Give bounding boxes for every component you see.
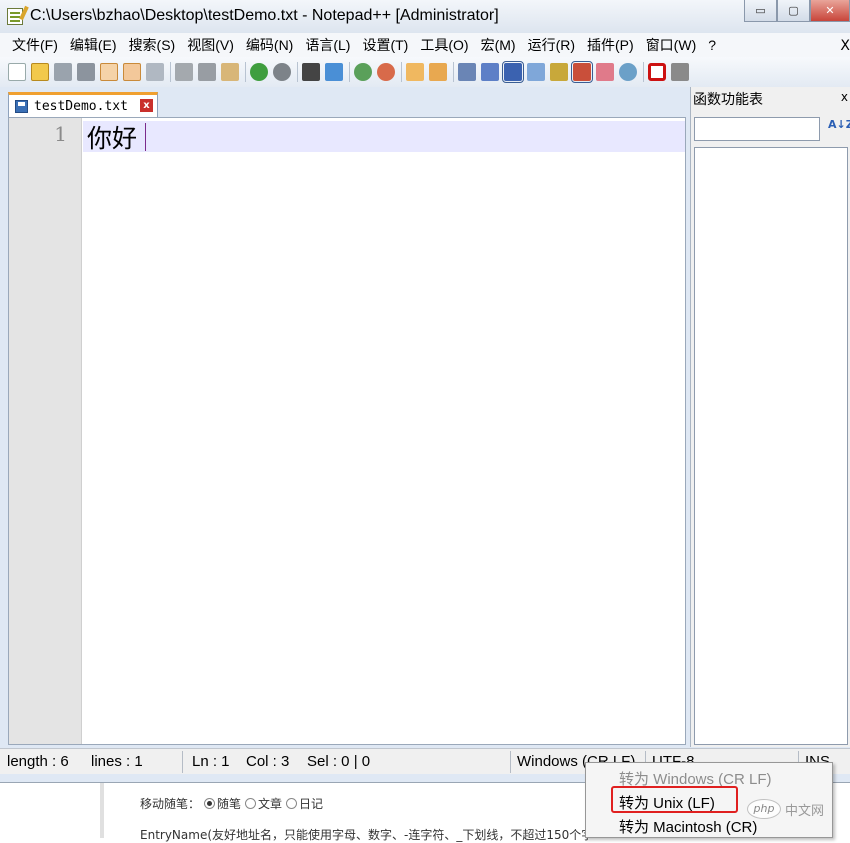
menu-plugins[interactable]: 插件(P) (581, 35, 640, 55)
toolbar-separator (170, 62, 171, 82)
menu-encoding[interactable]: 编码(N) (240, 35, 299, 55)
record-macro-icon[interactable] (648, 63, 666, 81)
notepad-window: C:\Users\bzhao\Desktop\testDemo.txt - No… (0, 0, 850, 783)
status-lines: lines : 1 (91, 753, 143, 770)
panel-close-icon[interactable]: x (841, 90, 848, 104)
menu-view[interactable]: 视图(V) (181, 35, 240, 55)
show-all-chars-icon[interactable] (481, 63, 499, 81)
menu-edit[interactable]: 编辑(E) (64, 35, 123, 55)
function-list-icon[interactable] (550, 63, 568, 81)
close-document-x[interactable]: X (840, 38, 850, 54)
menu-convert-macintosh[interactable]: 转为 Macintosh (CR) (619, 816, 757, 837)
radio-essay-label: 随笔 (217, 797, 242, 811)
menu-tools[interactable]: 工具(O) (414, 35, 474, 55)
word-wrap-icon[interactable] (458, 63, 476, 81)
save-all-icon[interactable] (77, 63, 95, 81)
watermark: php 中文网 (747, 798, 844, 820)
tab-label: testDemo.txt (34, 98, 128, 114)
doc-map-icon[interactable] (527, 63, 545, 81)
toolbar-separator (245, 62, 246, 82)
indent-guide-icon[interactable] (502, 61, 524, 83)
folder-workspace-icon[interactable] (571, 61, 593, 83)
line-number-gutter: 1 (9, 118, 82, 744)
sort-icon[interactable]: A↓Z (828, 119, 850, 138)
menu-file[interactable]: 文件(F) (6, 35, 64, 55)
radio-diary[interactable] (286, 798, 298, 809)
current-line-highlight (83, 121, 685, 152)
paste-icon[interactable] (221, 63, 239, 81)
toolbar (0, 57, 850, 87)
close-all-icon[interactable] (123, 63, 141, 81)
menu-bar: 文件(F) 编辑(E) 搜索(S) 视图(V) 编码(N) 语言(L) 设置(T… (0, 33, 850, 57)
print-icon[interactable] (146, 63, 164, 81)
close-icon[interactable] (100, 63, 118, 81)
window-controls: ▭ ▢ ✕ (744, 0, 850, 22)
entry-name-hint: EntryName(友好地址名，只能使用字母、数字、-连字符、_下划线，不超过1… (140, 828, 590, 842)
toolbar-separator (297, 62, 298, 82)
status-divider (510, 751, 511, 773)
saved-file-icon (15, 99, 28, 113)
menu-window[interactable]: 窗口(W) (640, 35, 703, 55)
find-icon[interactable] (302, 63, 320, 81)
toolbar-separator (643, 62, 644, 82)
radio-essay[interactable] (204, 798, 216, 809)
open-file-icon[interactable] (31, 63, 49, 81)
minimize-button[interactable]: ▭ (744, 0, 777, 22)
notepad-app-icon (7, 8, 23, 25)
monitoring-icon[interactable] (596, 63, 614, 81)
menu-macro[interactable]: 宏(M) (475, 35, 522, 55)
radio-article[interactable] (245, 798, 257, 809)
mobile-post-label: 移动随笔： (140, 797, 201, 811)
editor-area[interactable]: 1 你好 (8, 117, 686, 745)
cut-icon[interactable] (175, 63, 193, 81)
tab-strip: testDemo.txt x (4, 89, 686, 117)
line-number: 1 (54, 122, 67, 146)
toolbar-separator (349, 62, 350, 82)
menu-run[interactable]: 运行(R) (522, 35, 581, 55)
highlight-annotation (611, 786, 738, 813)
sync-vertical-icon[interactable] (406, 63, 424, 81)
stop-macro-icon[interactable] (671, 63, 689, 81)
menu-settings[interactable]: 设置(T) (356, 35, 414, 55)
redo-icon[interactable] (273, 63, 291, 81)
replace-icon[interactable] (325, 63, 343, 81)
copy-icon[interactable] (198, 63, 216, 81)
undo-icon[interactable] (250, 63, 268, 81)
status-divider (182, 751, 183, 773)
tab-close-icon[interactable]: x (140, 99, 153, 112)
function-list-panel: 函数功能表 x A↓Z (690, 87, 850, 747)
close-window-button[interactable]: ✕ (810, 0, 850, 22)
zoom-in-icon[interactable] (354, 63, 372, 81)
editor-line-text[interactable]: 你好 (87, 119, 137, 155)
toolbar-separator (401, 62, 402, 82)
page-border (100, 783, 104, 838)
save-icon[interactable] (54, 63, 72, 81)
radio-article-label: 文章 (258, 797, 283, 811)
maximize-button[interactable]: ▢ (777, 0, 810, 22)
function-list[interactable] (694, 147, 848, 745)
sync-horizontal-icon[interactable] (429, 63, 447, 81)
watermark-text: 中文网 (785, 803, 825, 819)
menu-search[interactable]: 搜索(S) (123, 35, 182, 55)
zoom-out-icon[interactable] (377, 63, 395, 81)
menu-help[interactable]: ? (702, 37, 722, 53)
status-line: Ln : 1 (192, 753, 230, 770)
function-search-input[interactable] (694, 117, 820, 141)
new-file-icon[interactable] (8, 63, 26, 81)
radio-diary-label: 日记 (299, 797, 324, 811)
tab-testdemo[interactable]: testDemo.txt x (8, 92, 158, 117)
toolbar-separator (453, 62, 454, 82)
status-column: Col : 3 (246, 753, 290, 770)
panel-title: 函数功能表 (693, 92, 763, 108)
status-length: length : 6 (7, 753, 69, 770)
status-selection: Sel : 0 | 0 (307, 753, 371, 770)
php-logo: php (747, 799, 781, 819)
text-caret (145, 123, 146, 151)
window-title: C:\Users\bzhao\Desktop\testDemo.txt - No… (30, 7, 499, 24)
title-bar[interactable]: C:\Users\bzhao\Desktop\testDemo.txt - No… (0, 0, 850, 33)
menu-language[interactable]: 语言(L) (299, 35, 356, 55)
view-icon[interactable] (619, 63, 637, 81)
mobile-post-row: 移动随笔： 随笔 文章 日记 (140, 795, 323, 812)
